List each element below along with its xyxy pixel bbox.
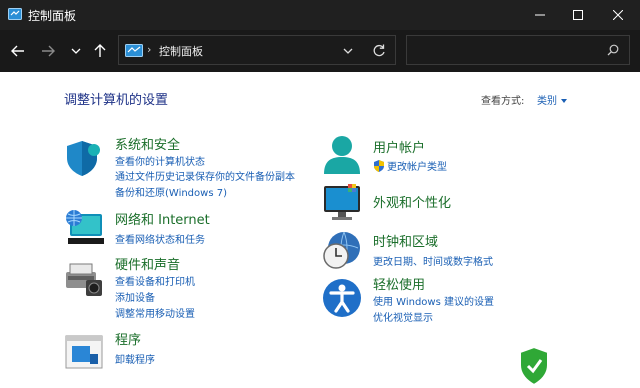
- arrow-left-icon: [11, 45, 24, 57]
- category-clock-region[interactable]: 时钟和区域: [373, 231, 438, 250]
- watermark-text: 保成网: [552, 352, 603, 372]
- control-panel-icon: [125, 44, 143, 57]
- link-view-computer-status[interactable]: 查看你的计算机状态: [115, 153, 205, 168]
- link-uninstall-program[interactable]: 卸载程序: [115, 351, 155, 366]
- address-dropdown-icon[interactable]: [341, 44, 355, 58]
- programs-icon[interactable]: [64, 332, 104, 372]
- network-globe-icon[interactable]: [64, 208, 104, 248]
- title-bar: 控制面板: [0, 0, 640, 30]
- printer-icon[interactable]: [64, 258, 104, 298]
- page-title: 调整计算机的设置: [64, 93, 169, 108]
- close-icon: [613, 10, 623, 20]
- view-by-label: 查看方式:: [481, 96, 525, 107]
- control-panel-app-icon: [8, 8, 22, 20]
- link-add-device[interactable]: 添加设备: [115, 289, 155, 304]
- appearance-monitor-icon[interactable]: [322, 182, 362, 222]
- category-network-internet[interactable]: 网络和 Internet: [115, 209, 210, 228]
- link-change-account-type-label: 更改帐户类型: [387, 162, 447, 173]
- view-by-value: 类别: [537, 96, 557, 107]
- link-network-status-tasks[interactable]: 查看网络状态和任务: [115, 231, 205, 246]
- dropdown-arrow-icon: [561, 99, 567, 103]
- category-hardware-sound[interactable]: 硬件和声音: [115, 254, 180, 273]
- close-button[interactable]: [596, 0, 640, 30]
- link-backup-restore[interactable]: 备份和还原(Windows 7): [115, 184, 227, 199]
- link-change-account-type[interactable]: 更改帐户类型: [373, 158, 447, 173]
- control-panel-content: 调整计算机的设置 查看方式: 类别 系统和安全 查看你的计算机状态 通过文件历史…: [0, 72, 640, 388]
- address-bar[interactable]: › 控制面板: [118, 35, 396, 65]
- clock-globe-icon[interactable]: [322, 230, 362, 270]
- link-optimize-visual-display[interactable]: 优化视觉显示: [373, 309, 433, 324]
- recent-locations-button[interactable]: [66, 41, 86, 61]
- minimize-icon: [535, 14, 545, 16]
- search-input[interactable]: [406, 35, 630, 65]
- security-shield-icon[interactable]: [64, 138, 104, 178]
- accessibility-icon[interactable]: [322, 278, 362, 318]
- link-mobility-settings[interactable]: 调整常用移动设置: [115, 305, 195, 320]
- link-change-date-time-format[interactable]: 更改日期、时间或数字格式: [373, 253, 493, 268]
- maximize-button[interactable]: [556, 0, 600, 30]
- category-appearance-personalization[interactable]: 外观和个性化: [373, 192, 451, 211]
- arrow-right-icon: [42, 45, 55, 57]
- category-system-security[interactable]: 系统和安全: [115, 134, 180, 153]
- window-title: 控制面板: [28, 9, 77, 23]
- uac-shield-icon: [374, 160, 384, 172]
- category-user-accounts[interactable]: 用户帐户: [373, 137, 425, 156]
- view-by-dropdown[interactable]: 类别: [537, 92, 567, 107]
- breadcrumb-separator-icon: ›: [147, 43, 152, 56]
- refresh-icon[interactable]: [371, 43, 387, 59]
- search-icon: [607, 44, 619, 56]
- watermark-shield-logo: [519, 346, 549, 386]
- category-programs[interactable]: 程序: [115, 329, 141, 348]
- watermark: 保成网 zsbaocheng.net: [516, 344, 640, 388]
- breadcrumb-control-panel[interactable]: 控制面板: [159, 43, 203, 59]
- link-devices-printers[interactable]: 查看设备和打印机: [115, 273, 195, 288]
- up-button[interactable]: [90, 41, 110, 61]
- maximize-icon: [573, 10, 583, 20]
- watermark-url: zsbaocheng.net: [554, 372, 610, 380]
- back-button[interactable]: [8, 41, 28, 61]
- link-recommended-settings[interactable]: 使用 Windows 建议的设置: [373, 293, 494, 308]
- category-ease-of-access[interactable]: 轻松使用: [373, 274, 425, 293]
- link-file-history-backup[interactable]: 通过文件历史记录保存你的文件备份副本: [115, 168, 295, 183]
- navigation-toolbar: › 控制面板: [0, 30, 640, 72]
- chevron-down-icon: [71, 48, 81, 54]
- user-accounts-icon[interactable]: [322, 134, 362, 174]
- forward-button[interactable]: [38, 41, 58, 61]
- arrow-up-icon: [94, 44, 106, 57]
